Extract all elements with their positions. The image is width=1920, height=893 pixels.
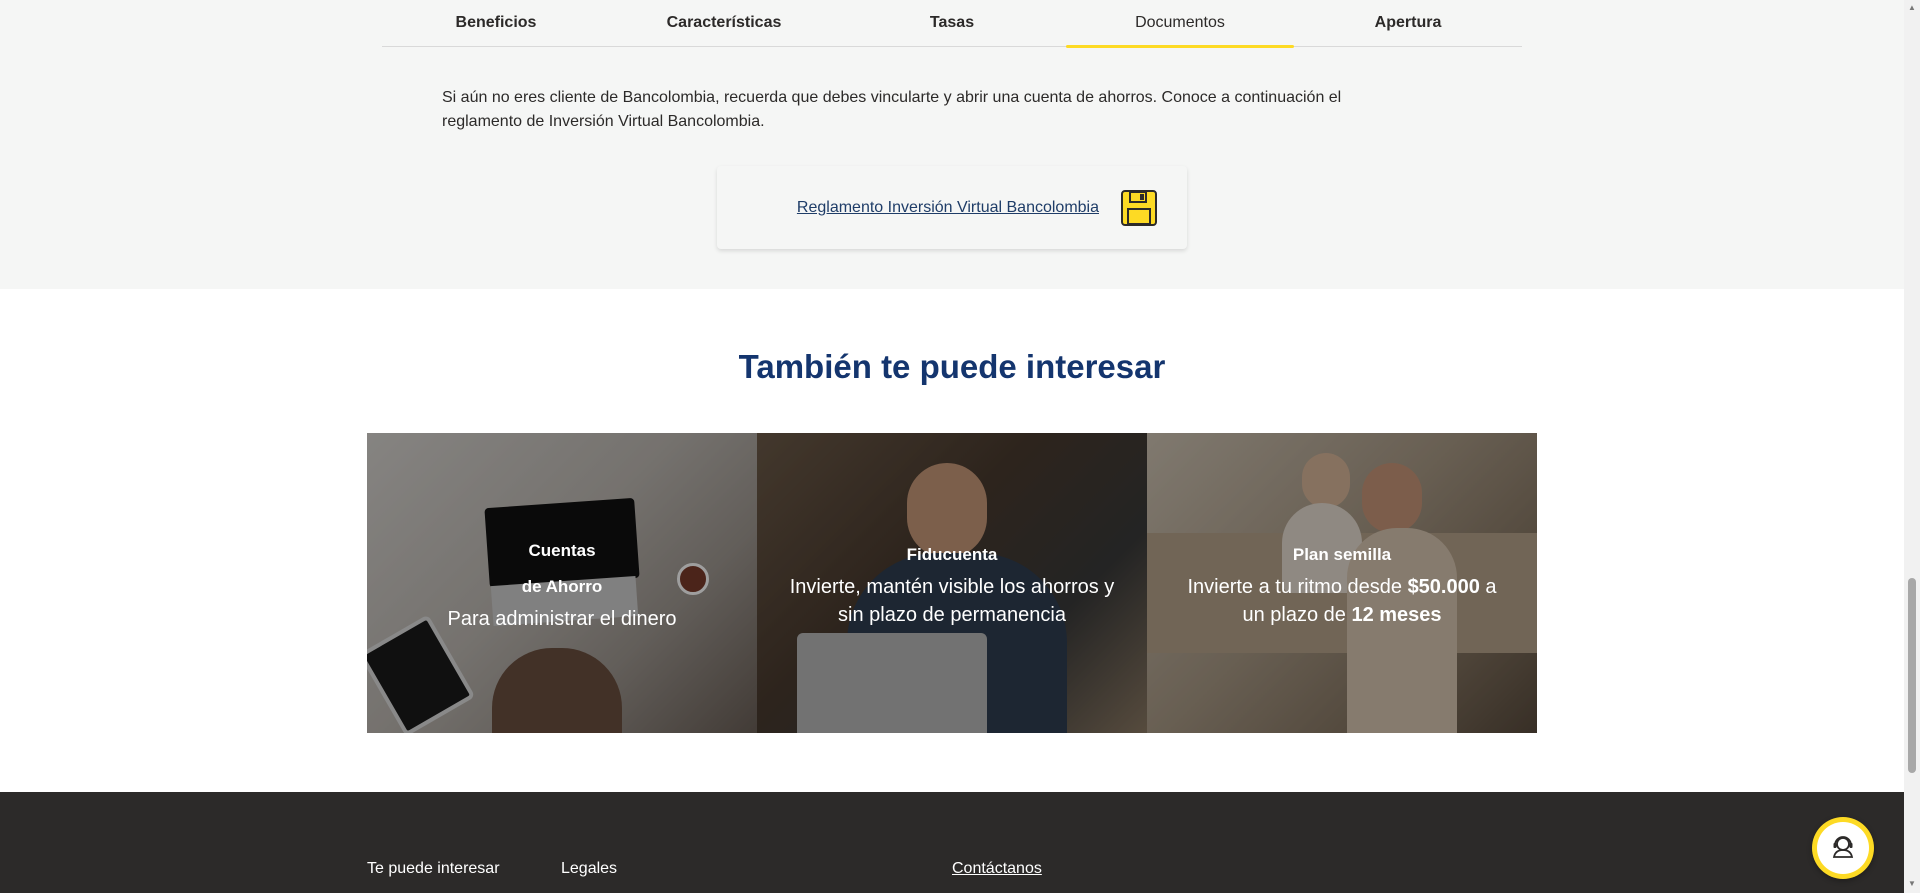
support-agent-icon xyxy=(1830,833,1856,864)
card-title-line2: de Ahorro xyxy=(521,577,603,596)
card-content: Plan semilla Invierte a tu ritmo desde $… xyxy=(1147,433,1537,733)
card-title: Fiducuenta xyxy=(906,545,998,564)
related-products: Cuentas de Ahorro Para administrar el di… xyxy=(367,433,1537,733)
tab-caracteristicas[interactable]: Características xyxy=(610,0,838,46)
scroll-up-icon[interactable]: ▲ xyxy=(1908,4,1916,12)
tab-beneficios[interactable]: Beneficios xyxy=(382,0,610,46)
card-fiducuenta[interactable]: Fiducuenta Invierte, mantén visible los … xyxy=(757,433,1147,733)
intro-paragraph: Si aún no eres cliente de Bancolombia, r… xyxy=(442,89,1342,130)
card-content: Fiducuenta Invierte, mantén visible los … xyxy=(757,433,1147,733)
card-content: Cuentas de Ahorro Para administrar el di… xyxy=(367,433,757,733)
chat-button-inner xyxy=(1817,822,1869,874)
page-scrollbar[interactable]: ▲ ▼ xyxy=(1904,0,1920,893)
desc-amount: $50.000 xyxy=(1407,576,1480,598)
documents-section: Beneficios Características Tasas Documen… xyxy=(0,0,1904,289)
card-description: Invierte a tu ritmo desde $50.000 a un p… xyxy=(1177,573,1507,629)
card-title: Cuentas xyxy=(528,541,596,560)
tab-documentos[interactable]: Documentos xyxy=(1066,0,1294,48)
card-cuentas-de-ahorro[interactable]: Cuentas de Ahorro Para administrar el di… xyxy=(367,433,757,733)
desc-text: Invierte a tu ritmo desde xyxy=(1187,576,1408,598)
document-card: Reglamento Inversión Virtual Bancolombia xyxy=(717,166,1187,249)
scroll-down-icon[interactable]: ▼ xyxy=(1908,880,1916,888)
scrollbar-thumb[interactable] xyxy=(1908,578,1916,773)
tab-bar: Beneficios Características Tasas Documen… xyxy=(382,0,1522,48)
footer-legales[interactable]: Legales xyxy=(561,860,617,878)
tab-apertura[interactable]: Apertura xyxy=(1294,0,1522,46)
card-description: Invierte, mantén visible los ahorros y s… xyxy=(789,576,1115,626)
desc-term: 12 meses xyxy=(1351,604,1442,626)
footer-contactanos[interactable]: Contáctanos xyxy=(952,860,1042,878)
support-chat-button[interactable] xyxy=(1812,817,1874,879)
footer-te-puede-interesar[interactable]: Te puede interesar xyxy=(367,860,500,878)
card-title: Plan semilla xyxy=(1292,545,1392,564)
footer: Te puede interesar Legales Contáctanos xyxy=(0,792,1904,893)
reglamento-link[interactable]: Reglamento Inversión Virtual Bancolombia xyxy=(797,199,1099,217)
card-description: Para administrar el dinero xyxy=(447,608,677,630)
card-plan-semilla[interactable]: Plan semilla Invierte a tu ritmo desde $… xyxy=(1147,433,1537,733)
save-icon[interactable] xyxy=(1121,189,1157,226)
tab-tasas[interactable]: Tasas xyxy=(838,0,1066,46)
section-title: También te puede interesar xyxy=(738,348,1166,385)
